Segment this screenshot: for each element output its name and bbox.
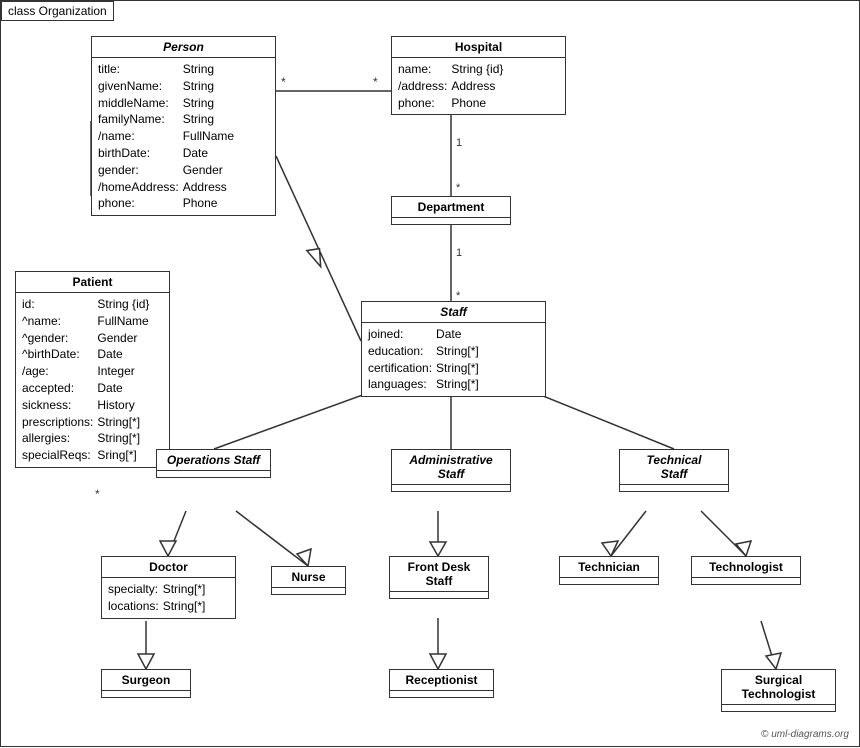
class-department: Department <box>391 196 511 225</box>
class-staff-header: Staff <box>362 302 545 323</box>
svg-text:*: * <box>281 75 286 89</box>
class-staff-body: joined:Date education:String[*] certific… <box>362 323 545 396</box>
class-receptionist: Receptionist <box>389 669 494 698</box>
diagram-title: class Organization <box>1 1 114 21</box>
class-technical-staff: TechnicalStaff <box>619 449 729 492</box>
class-doctor: Doctor specialty:String[*] locations:Str… <box>101 556 236 619</box>
class-person-body: title:String givenName:String middleName… <box>92 58 275 215</box>
class-front-desk-staff-header: Front DeskStaff <box>390 557 488 592</box>
class-surgeon-header: Surgeon <box>102 670 190 691</box>
class-nurse-body <box>272 588 345 594</box>
class-front-desk-staff-body <box>390 592 488 598</box>
class-hospital-header: Hospital <box>392 37 565 58</box>
class-receptionist-header: Receptionist <box>390 670 493 691</box>
class-technologist-body <box>692 578 800 584</box>
class-hospital-body: name:String {id} /address:Address phone:… <box>392 58 565 114</box>
class-receptionist-body <box>390 691 493 697</box>
class-operations-staff: Operations Staff <box>156 449 271 478</box>
copyright-text: © uml-diagrams.org <box>761 729 849 740</box>
class-operations-staff-header: Operations Staff <box>157 450 270 471</box>
svg-text:1: 1 <box>456 247 462 259</box>
class-technologist: Technologist <box>691 556 801 585</box>
class-front-desk-staff: Front DeskStaff <box>389 556 489 599</box>
class-surgical-technologist: SurgicalTechnologist <box>721 669 836 712</box>
class-patient-body: id:String {id} ^name:FullName ^gender:Ge… <box>16 293 169 467</box>
class-patient: Patient id:String {id} ^name:FullName ^g… <box>15 271 170 468</box>
class-technician-body <box>560 578 658 584</box>
svg-text:1: 1 <box>456 137 462 149</box>
class-technician-header: Technician <box>560 557 658 578</box>
class-department-header: Department <box>392 197 510 218</box>
class-operations-staff-body <box>157 471 270 477</box>
class-administrative-staff-body <box>392 485 510 491</box>
class-nurse-header: Nurse <box>272 567 345 588</box>
class-administrative-staff-header: AdministrativeStaff <box>392 450 510 485</box>
svg-text:*: * <box>373 75 378 89</box>
class-surgeon-body <box>102 691 190 697</box>
class-hospital: Hospital name:String {id} /address:Addre… <box>391 36 566 115</box>
class-nurse: Nurse <box>271 566 346 595</box>
class-patient-header: Patient <box>16 272 169 293</box>
class-technologist-header: Technologist <box>692 557 800 578</box>
svg-text:*: * <box>456 182 461 194</box>
class-technical-staff-body <box>620 485 728 491</box>
class-person: Person title:String givenName:String mid… <box>91 36 276 216</box>
class-department-body <box>392 218 510 224</box>
svg-text:*: * <box>95 487 100 501</box>
class-administrative-staff: AdministrativeStaff <box>391 449 511 492</box>
class-technical-staff-header: TechnicalStaff <box>620 450 728 485</box>
class-technician: Technician <box>559 556 659 585</box>
class-staff: Staff joined:Date education:String[*] ce… <box>361 301 546 397</box>
class-doctor-header: Doctor <box>102 557 235 578</box>
class-surgical-technologist-body <box>722 705 835 711</box>
diagram-container: class Organization * * 1 * 1 * * <box>0 0 860 747</box>
class-person-header: Person <box>92 37 275 58</box>
class-doctor-body: specialty:String[*] locations:String[*] <box>102 578 235 618</box>
class-surgeon: Surgeon <box>101 669 191 698</box>
class-surgical-technologist-header: SurgicalTechnologist <box>722 670 835 705</box>
